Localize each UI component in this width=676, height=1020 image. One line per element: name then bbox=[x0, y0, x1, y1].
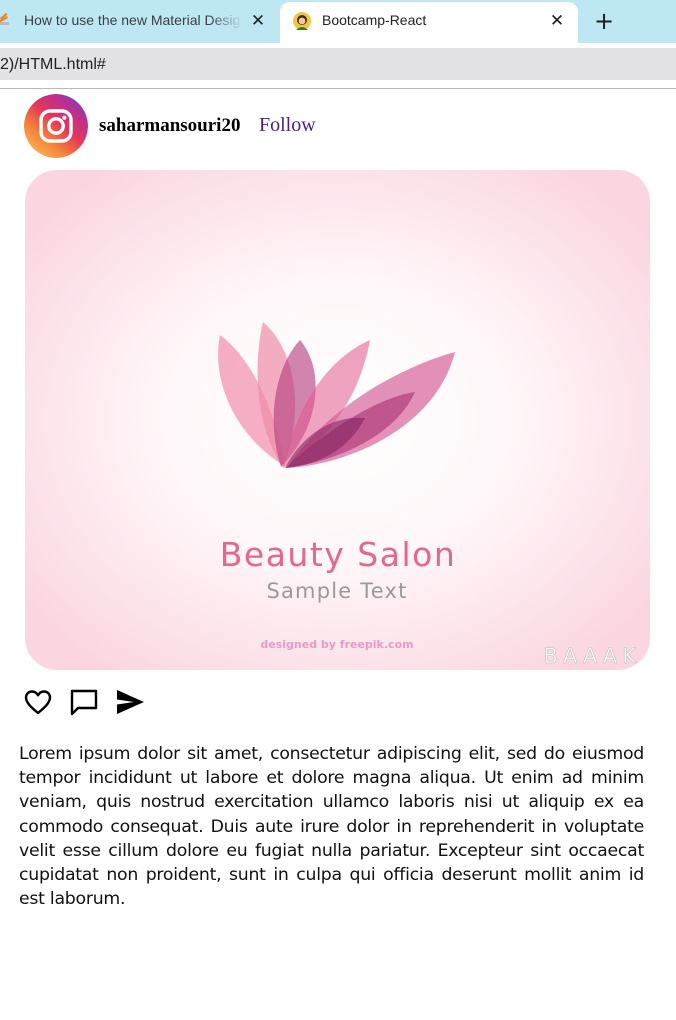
post-caption: Lorem ipsum dolor sit amet, consectetur … bbox=[19, 744, 644, 910]
url-text: 2)/HTML.html# bbox=[0, 56, 106, 73]
tab-material-design[interactable]: How to use the new Material Design ✕ bbox=[0, 0, 278, 43]
follow-link[interactable]: Follow bbox=[259, 114, 316, 137]
comment-icon[interactable] bbox=[68, 686, 100, 718]
new-tab-plus-icon[interactable]: + bbox=[590, 7, 618, 35]
toolbar-divider bbox=[0, 88, 676, 89]
avatar-favicon-icon bbox=[293, 12, 311, 30]
tab-bootcamp-react[interactable]: Bootcamp-React ✕ bbox=[280, 2, 578, 43]
heart-icon[interactable] bbox=[22, 686, 54, 718]
image-watermark: BAAAK bbox=[544, 644, 641, 668]
tab-title: Bootcamp-React bbox=[322, 12, 427, 28]
image-headline: Beauty Salon bbox=[220, 535, 456, 574]
post-actions bbox=[22, 686, 162, 718]
browser-tab-strip: How to use the new Material Design ✕ Boo… bbox=[0, 0, 676, 43]
image-subheadline: Sample Text bbox=[266, 579, 407, 603]
instagram-logo-icon[interactable] bbox=[24, 94, 88, 158]
url-field[interactable]: 2)/HTML.html# bbox=[0, 48, 676, 80]
username[interactable]: saharmansouri20 bbox=[99, 115, 240, 137]
tab-close-icon[interactable]: ✕ bbox=[546, 10, 568, 32]
send-icon[interactable] bbox=[114, 686, 146, 718]
tab-close-icon[interactable]: ✕ bbox=[247, 10, 269, 32]
stack-favicon-icon bbox=[0, 12, 10, 28]
address-bar: 2)/HTML.html# bbox=[0, 43, 676, 89]
image-credit: designed by freepik.com bbox=[260, 638, 413, 651]
post-header: saharmansouri20 Follow bbox=[24, 94, 424, 158]
post-image: Beauty Salon Sample Text designed by fre… bbox=[25, 170, 650, 670]
tab-title: How to use the new Material Design bbox=[24, 12, 242, 28]
